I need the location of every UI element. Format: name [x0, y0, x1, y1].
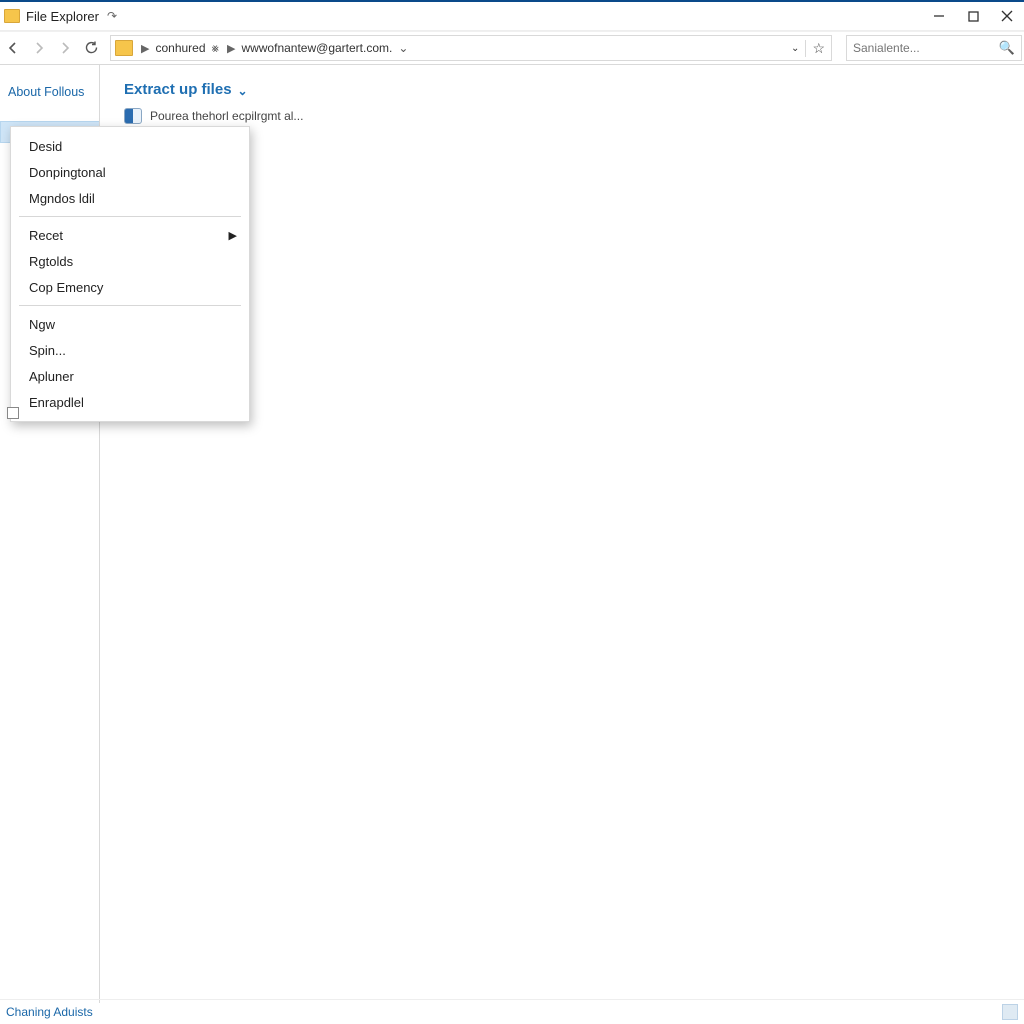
context-menu-item-label: Recet — [29, 228, 63, 243]
context-menu-item-label: Ngw — [29, 317, 55, 332]
context-menu-item[interactable]: Cop Emency — [11, 274, 249, 300]
content-item-1[interactable]: Pourea thehorl ecpilrgmt al... — [100, 98, 1024, 124]
minimize-button[interactable] — [922, 2, 956, 30]
back-button[interactable] — [2, 37, 24, 59]
context-menu-item[interactable]: Desid — [11, 133, 249, 159]
search-icon[interactable]: 🔍 — [993, 40, 1021, 56]
context-menu-item[interactable]: Recet ▶ — [11, 222, 249, 248]
context-menu-item[interactable]: Ngw — [11, 311, 249, 337]
status-view-tile-icon[interactable] — [1002, 1004, 1018, 1020]
context-menu-item[interactable]: Spin... — [11, 337, 249, 363]
forward-button[interactable] — [28, 37, 50, 59]
title-glyph-icon: ↷ — [107, 9, 117, 23]
context-menu-item-label: Desid — [29, 139, 62, 154]
context-menu: Desid Donpingtonal Mgndos ldil Recet ▶ Rg… — [10, 126, 250, 422]
context-menu-item[interactable]: Rgtolds — [11, 248, 249, 274]
context-menu-checkbox[interactable] — [7, 407, 19, 419]
breadcrumb-sep-icon: ▶ — [137, 42, 153, 55]
context-menu-item-label: Mgndos ldil — [29, 191, 95, 206]
breadcrumb-item-1[interactable]: conhured — [153, 41, 207, 55]
context-menu-item-label: Apluner — [29, 369, 74, 384]
address-bar[interactable]: ▶ conhured ⨳ ▶ wwwofnantew@gartert.com. … — [110, 35, 832, 61]
context-menu-item[interactable]: Enrapdlel — [11, 389, 249, 415]
refresh-button[interactable] — [80, 37, 102, 59]
submenu-arrow-icon: ▶ — [229, 229, 237, 242]
breadcrumb-dropdown-icon[interactable]: ⌄ — [394, 41, 412, 55]
context-menu-item-label: Enrapdlel — [29, 395, 84, 410]
window-title: File Explorer — [26, 9, 99, 24]
breadcrumb-sep-icon: ▶ — [223, 42, 239, 55]
address-history-dropdown[interactable]: ⌄ — [785, 43, 805, 54]
content-heading-label: Extract up files — [124, 81, 232, 98]
title-bar: File Explorer ↷ — [0, 2, 1024, 31]
folder-icon — [4, 9, 20, 23]
content-heading[interactable]: Extract up files ⌄ — [100, 81, 1024, 98]
folder-icon — [115, 40, 133, 56]
context-menu-item-label: Rgtolds — [29, 254, 73, 269]
context-menu-divider — [19, 216, 241, 217]
breadcrumb-item-2[interactable]: wwwofnantew@gartert.com. — [239, 41, 394, 55]
context-menu-item[interactable]: Mgndos ldil — [11, 185, 249, 211]
status-bar: Chaning Aduists — [0, 999, 1024, 1024]
close-button[interactable] — [990, 2, 1024, 30]
context-menu-item-label: Cop Emency — [29, 280, 103, 295]
maximize-button[interactable] — [956, 2, 990, 30]
status-text: Chaning Aduists — [6, 1005, 93, 1019]
toggle-icon[interactable] — [124, 108, 142, 124]
context-menu-item-label: Donpingtonal — [29, 165, 106, 180]
context-menu-item[interactable]: Apluner — [11, 363, 249, 389]
recent-dropdown-button[interactable] — [54, 37, 76, 59]
chevron-down-icon: ⌄ — [238, 84, 248, 98]
breadcrumb-glyph-icon: ⨳ — [208, 41, 223, 56]
search-box[interactable]: 🔍 — [846, 35, 1022, 61]
content-item-1-label: Pourea thehorl ecpilrgmt al... — [150, 109, 303, 123]
context-menu-item-label: Spin... — [29, 343, 66, 358]
favorite-star-icon[interactable]: ☆ — [805, 40, 831, 57]
search-input[interactable] — [847, 41, 993, 55]
sidebar-section-about[interactable]: About Follous — [0, 81, 99, 103]
navigation-bar: ▶ conhured ⨳ ▶ wwwofnantew@gartert.com. … — [0, 31, 1024, 65]
context-menu-divider — [19, 305, 241, 306]
context-menu-item[interactable]: Donpingtonal — [11, 159, 249, 185]
